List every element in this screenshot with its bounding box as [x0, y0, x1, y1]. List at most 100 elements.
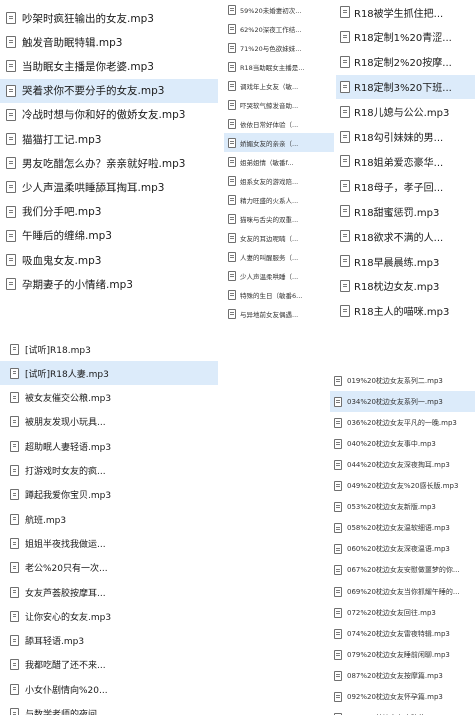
file-item[interactable]: 058%20枕边女友温软细语.mp3: [330, 518, 475, 539]
file-item[interactable]: 触发音助眠特辑.mp3: [0, 30, 218, 54]
audio-file-icon: [340, 279, 350, 292]
file-item[interactable]: 040%20枕边女友事中.mp3: [330, 433, 475, 454]
file-name: 058%20枕边女友温软细语.mp3: [347, 524, 450, 533]
file-item[interactable]: 被女友催交公粮.mp3: [0, 386, 218, 410]
file-item[interactable]: 62%20深夜工作结...: [224, 19, 334, 38]
file-item[interactable]: 074%20枕边女友雷夜特辑.mp3: [330, 623, 475, 644]
file-item[interactable]: 猫猫打工记.mp3: [0, 127, 218, 151]
file-item[interactable]: 依依日常好体验（...: [224, 114, 334, 133]
file-item[interactable]: 我们分手吧.mp3: [0, 200, 218, 224]
file-item[interactable]: 娇媚女友的亲亲（...: [224, 133, 334, 152]
file-item[interactable]: 少人声温柔哄睡舔耳掏耳.mp3: [0, 175, 218, 199]
file-item[interactable]: 姐弟姐情（敏番f...: [224, 152, 334, 171]
file-item[interactable]: 吸血鬼女友.mp3: [0, 248, 218, 272]
file-item[interactable]: 与数学老师的夜间...: [0, 702, 218, 715]
file-item[interactable]: 姐姐半夜找我做运...: [0, 531, 218, 555]
file-item[interactable]: 098%20枕边女友中秋节.mp3: [330, 708, 475, 715]
file-name: 我都吃醋了还不来...: [25, 661, 106, 672]
file-item[interactable]: 019%20枕边女友系列二.mp3: [330, 370, 475, 391]
file-item[interactable]: 当助眠女主播是你老婆.mp3: [0, 54, 218, 78]
file-item[interactable]: 少人声温柔哄睡（...: [224, 266, 334, 285]
file-item[interactable]: 被朋友发现小玩具...: [0, 410, 218, 434]
file-item[interactable]: R18欲求不满的人...: [336, 224, 475, 248]
file-item[interactable]: 087%20枕边女友按摩篇.mp3: [330, 665, 475, 686]
file-item[interactable]: 与异地前女友偶遇...: [224, 304, 334, 323]
file-item[interactable]: 092%20枕边女友怀孕篇.mp3: [330, 687, 475, 708]
file-name: 被女友催交公粮.mp3: [25, 394, 112, 405]
file-item[interactable]: 姐系女友的游戏陪...: [224, 171, 334, 190]
file-item[interactable]: 036%20枕边女友平凡的一晚.mp3: [330, 412, 475, 433]
audio-file-icon: [228, 175, 236, 186]
file-name: 62%20深夜工作结...: [240, 25, 302, 34]
file-item[interactable]: 女友芦荟胶按摩耳...: [0, 580, 218, 604]
file-item[interactable]: 069%20枕边女友当你抓耀午睡的...: [330, 581, 475, 602]
file-list-top-left: 吵架时疯狂输出的女友.mp3 触发音助眠特辑.mp3 当助眠女主播是你老婆.mp3 哭…: [0, 0, 218, 325]
file-item[interactable]: 冷战时想与你和好的傲娇女友.mp3: [0, 103, 218, 127]
file-item[interactable]: 我都吃醋了还不来...: [0, 653, 218, 677]
file-item[interactable]: 060%20枕边女友深夜温语.mp3: [330, 539, 475, 560]
audio-file-icon: [6, 108, 16, 121]
file-item[interactable]: 049%20枕边女友%20感长版.mp3: [330, 476, 475, 497]
file-item[interactable]: 男友吃醋怎么办？亲亲就好啦.mp3: [0, 151, 218, 175]
file-name: [试听]R18.mp3: [25, 345, 91, 356]
file-item[interactable]: R18母子，孝子回...: [336, 174, 475, 198]
file-item[interactable]: R18勾引妹妹的男...: [336, 125, 475, 149]
file-item[interactable]: R18定制3%20下班...: [336, 74, 475, 99]
file-item[interactable]: 调戏年上女友（敏...: [224, 76, 334, 95]
file-item[interactable]: 让你安心的女友.mp3: [0, 604, 218, 628]
file-item[interactable]: R18儿媳与公公.mp3: [336, 100, 475, 124]
audio-file-icon: [10, 416, 19, 428]
file-item[interactable]: R18定制2%20按摩...: [336, 50, 475, 74]
file-item[interactable]: R18当助眠女主播是...: [224, 57, 334, 76]
file-item[interactable]: R18早晨晨练.mp3: [336, 249, 475, 273]
file-item[interactable]: 034%20枕边女友系列一.mp3: [330, 391, 475, 413]
file-item[interactable]: 072%20枕边女友回往.mp3: [330, 602, 475, 623]
file-item[interactable]: 59%20未婚妻初次...: [224, 0, 334, 19]
file-item[interactable]: 053%20枕边女友新版.mp3: [330, 497, 475, 518]
audio-file-icon: [228, 4, 236, 15]
file-item[interactable]: 老公%20只有一次...: [0, 556, 218, 580]
file-name: 069%20枕边女友当你抓耀午睡的...: [347, 587, 460, 596]
file-name: 59%20未婚妻初次...: [240, 6, 302, 15]
file-item[interactable]: R18定制1%20青涩...: [336, 25, 475, 49]
file-item[interactable]: R18主人的喵咪.mp3: [336, 299, 475, 323]
file-item[interactable]: 吵架时疯狂输出的女友.mp3: [0, 6, 218, 30]
file-name: 娇媚女友的亲亲（...: [240, 139, 299, 148]
audio-file-icon: [6, 181, 16, 194]
file-item[interactable]: [试听]R18人妻.mp3: [0, 361, 218, 386]
file-name: 当助眠女主播是你老婆.mp3: [22, 60, 154, 73]
file-item[interactable]: 打游戏时女友的疯...: [0, 459, 218, 483]
file-item[interactable]: R18甜蜜惩罚.mp3: [336, 199, 475, 223]
file-item[interactable]: 044%20枕边女友深夜掏耳.mp3: [330, 454, 475, 475]
file-item[interactable]: 人妻的叫醒服务（...: [224, 247, 334, 266]
file-item[interactable]: 猫咪与舌尖的双重...: [224, 209, 334, 228]
audio-file-icon: [340, 180, 350, 193]
file-item[interactable]: R18姐弟爱恋豪华...: [336, 149, 475, 173]
file-item[interactable]: 午睡后的缠绵.mp3: [0, 224, 218, 248]
file-item[interactable]: [试听]R18.mp3: [0, 337, 218, 361]
audio-file-icon: [228, 194, 236, 205]
file-item[interactable]: 特殊的生日（敏番6...: [224, 285, 334, 304]
file-item[interactable]: R18被学生抓住把...: [336, 0, 475, 24]
file-item[interactable]: 蹲起我爱你宝贝.mp3: [0, 483, 218, 507]
file-item[interactable]: 067%20枕边女友安慰做噩梦的你...: [330, 560, 475, 581]
file-item[interactable]: 航班.mp3: [0, 507, 218, 531]
file-name: R18儿媳与公公.mp3: [354, 108, 450, 120]
file-name: 人妻的叫醒服务（...: [240, 253, 299, 262]
file-item[interactable]: 哭着求你不要分手的女友.mp3: [0, 78, 218, 103]
file-item[interactable]: R18枕边女友.mp3: [336, 274, 475, 298]
audio-file-icon: [334, 692, 342, 702]
file-item[interactable]: 超助眠人妻轻语.mp3: [0, 434, 218, 458]
audio-file-icon: [340, 55, 350, 68]
file-item[interactable]: 孕期妻子的小情绪.mp3: [0, 272, 218, 296]
audio-file-icon: [334, 481, 342, 491]
file-name: 吵架时疯狂输出的女友.mp3: [22, 12, 154, 25]
file-item[interactable]: 精力旺盛的火系人...: [224, 190, 334, 209]
file-item[interactable]: 71%20与色欲妹妹...: [224, 38, 334, 57]
file-item[interactable]: 小女仆剧情向%20...: [0, 677, 218, 701]
file-item[interactable]: 女友的耳边呢喃（...: [224, 228, 334, 247]
file-item[interactable]: 吓哭软气鲸发音助...: [224, 95, 334, 114]
audio-file-icon: [334, 375, 342, 386]
file-item[interactable]: 079%20枕边女友睡前闲聊.mp3: [330, 644, 475, 665]
file-item[interactable]: 舔耳轻语.mp3: [0, 629, 218, 653]
